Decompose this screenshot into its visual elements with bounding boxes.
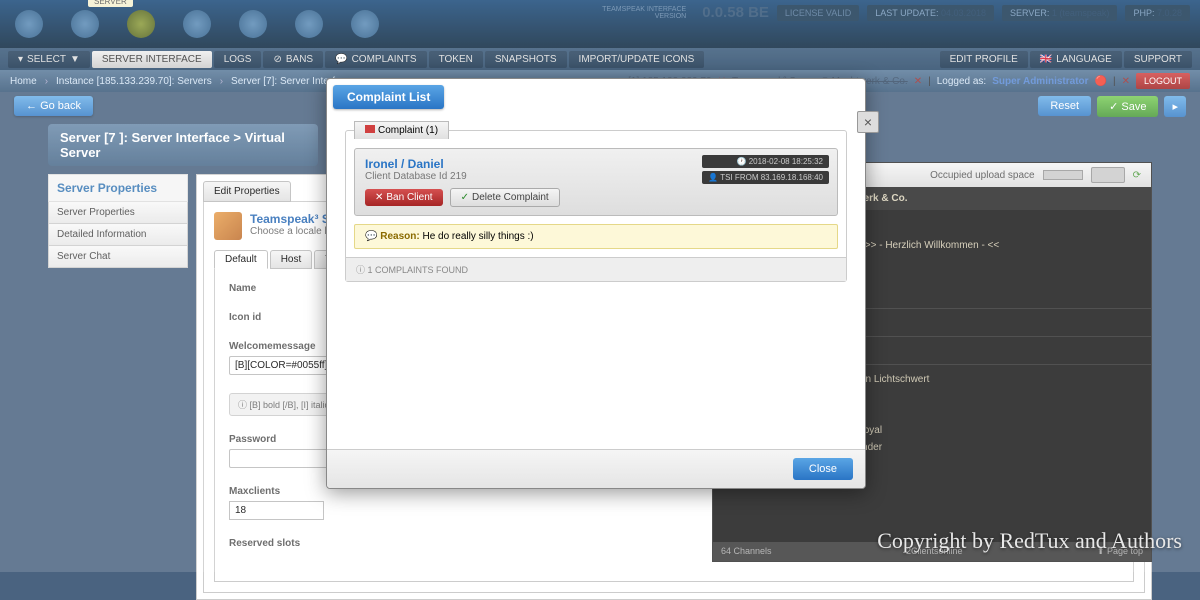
complaint-time: 🕐 2018-02-08 18:25:32: [702, 155, 829, 168]
complaint-count: ⓘ 1 COMPLAINTS FOUND: [346, 257, 846, 281]
modal-close-button[interactable]: Close: [793, 458, 853, 480]
ban-client-button[interactable]: Ban Client: [365, 189, 443, 206]
complaint-card: 🕐 2018-02-08 18:25:32 👤 TSI FROM 83.169.…: [354, 148, 838, 216]
complaint-reason: 💬 Reason: He do really silly things :): [354, 224, 838, 249]
complaint-modal: × Complaint List Complaint (1) 🕐 2018-02…: [326, 78, 866, 489]
complaint-from: 👤 TSI FROM 83.169.18.168:40: [702, 171, 829, 184]
complaint-tab: Complaint (1): [354, 121, 449, 139]
delete-complaint-button[interactable]: Delete Complaint: [450, 188, 560, 207]
modal-title: Complaint List: [333, 85, 444, 109]
copyright: Copyright by RedTux and Authors: [877, 528, 1182, 554]
modal-close-x[interactable]: ×: [857, 111, 879, 133]
flag-icon: [365, 125, 375, 133]
